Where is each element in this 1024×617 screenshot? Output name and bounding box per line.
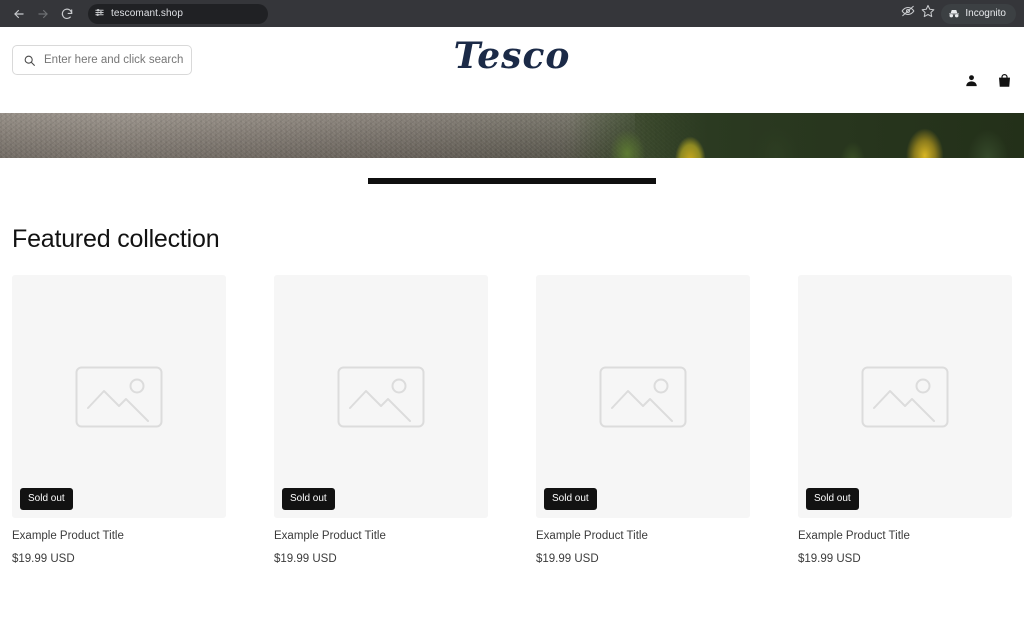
back-button[interactable] bbox=[8, 3, 30, 25]
incognito-hat-icon bbox=[948, 8, 960, 20]
forward-button[interactable] bbox=[32, 3, 54, 25]
site-logo[interactable]: Tesco bbox=[0, 35, 1024, 77]
product-card[interactable]: Sold out Example Product Title $19.99 US… bbox=[536, 275, 750, 565]
status-badge: Sold out bbox=[282, 488, 335, 510]
star-icon[interactable] bbox=[921, 4, 935, 23]
hero-banner-image bbox=[0, 113, 1024, 158]
page-title: Featured collection bbox=[12, 225, 220, 253]
product-image-placeholder[interactable]: Sold out bbox=[274, 275, 488, 518]
status-badge: Sold out bbox=[806, 488, 859, 510]
product-title[interactable]: Example Product Title bbox=[798, 530, 1012, 542]
reload-button[interactable] bbox=[56, 3, 78, 25]
product-price: $19.99 USD bbox=[536, 553, 599, 565]
product-card[interactable]: Sold out Example Product Title $19.99 US… bbox=[274, 275, 488, 565]
tune-icon[interactable] bbox=[94, 5, 105, 23]
slideshow-progress-bar[interactable] bbox=[368, 177, 656, 184]
image-placeholder-icon bbox=[599, 366, 687, 428]
featured-collection-section: Featured collection Sold out Example Pro… bbox=[0, 225, 1024, 565]
product-price: $19.99 USD bbox=[12, 553, 75, 565]
product-image-placeholder[interactable]: Sold out bbox=[536, 275, 750, 518]
incognito-label: Incognito bbox=[965, 8, 1006, 19]
address-bar-url: tescomant.shop bbox=[111, 8, 183, 19]
site-header: Enter here and click search Tesco Home C… bbox=[0, 27, 1024, 131]
hero-foliage bbox=[573, 113, 1024, 158]
browser-toolbar: tescomant.shop Incognito bbox=[0, 0, 1024, 27]
product-title[interactable]: Example Product Title bbox=[12, 530, 226, 542]
product-grid: Sold out Example Product Title $19.99 US… bbox=[12, 275, 1012, 565]
account-icon[interactable] bbox=[964, 73, 979, 88]
image-placeholder-icon bbox=[861, 366, 949, 428]
image-placeholder-icon bbox=[337, 366, 425, 428]
product-image-placeholder[interactable]: Sold out bbox=[798, 275, 1012, 518]
product-title[interactable]: Example Product Title bbox=[536, 530, 750, 542]
address-bar[interactable]: tescomant.shop bbox=[88, 3, 268, 24]
header-icon-group bbox=[964, 73, 1012, 88]
image-placeholder-icon bbox=[75, 366, 163, 428]
slideshow-progress-wrapper bbox=[0, 158, 1024, 203]
product-title[interactable]: Example Product Title bbox=[274, 530, 488, 542]
status-badge: Sold out bbox=[544, 488, 597, 510]
product-card[interactable]: Sold out Example Product Title $19.99 US… bbox=[798, 275, 1012, 565]
product-image-placeholder[interactable]: Sold out bbox=[12, 275, 226, 518]
incognito-badge[interactable]: Incognito bbox=[941, 3, 1016, 24]
product-price: $19.99 USD bbox=[798, 553, 861, 565]
product-price: $19.99 USD bbox=[274, 553, 337, 565]
product-card[interactable]: Sold out Example Product Title $19.99 US… bbox=[12, 275, 226, 565]
status-badge: Sold out bbox=[20, 488, 73, 510]
browser-toolbar-right: Incognito bbox=[901, 0, 1016, 27]
eye-slash-icon[interactable] bbox=[901, 4, 915, 23]
cart-icon[interactable] bbox=[997, 73, 1012, 88]
